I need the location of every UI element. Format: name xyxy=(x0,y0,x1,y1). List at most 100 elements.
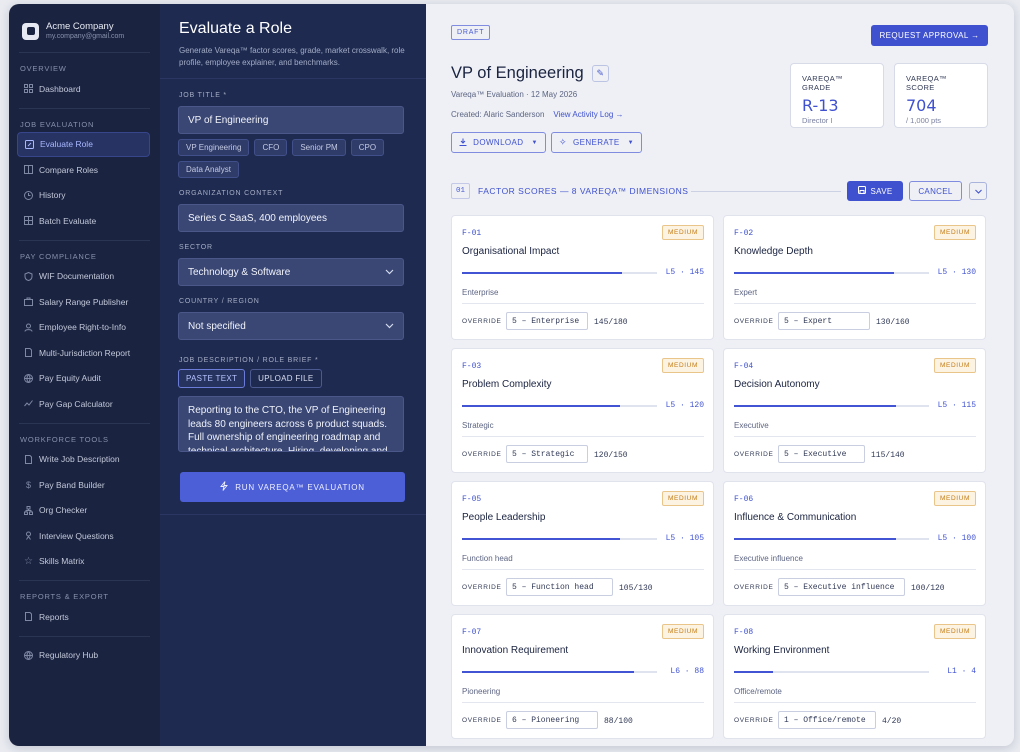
job-description-textarea[interactable]: Reporting to the CTO, the VP of Engineer… xyxy=(178,396,404,452)
sidebar-section-pay-compliance: PAY COMPLIANCE xyxy=(20,251,97,261)
sidebar-item-regulatory-hub[interactable]: Regulatory Hub xyxy=(17,643,150,669)
chevron-down-icon[interactable] xyxy=(969,182,987,200)
save-button[interactable]: SAVE xyxy=(847,181,903,201)
suggestion-chip[interactable]: CFO xyxy=(254,139,288,156)
sidebar-item-label: Salary Range Publisher xyxy=(39,296,129,307)
chevron-down-icon xyxy=(385,267,394,278)
run-evaluation-label: RUN VAREQA™ EVALUATION xyxy=(235,482,365,492)
sidebar-section-reports-export: REPORTS & EXPORT xyxy=(20,592,109,601)
document-icon xyxy=(23,347,34,358)
override-select[interactable]: 5 – Enterprise xyxy=(506,312,588,330)
cancel-button[interactable]: CANCEL xyxy=(909,181,962,201)
card-divider xyxy=(462,303,704,304)
card-divider xyxy=(734,569,976,570)
form-subtitle: Generate Vareqa™ factor scores, grade, m… xyxy=(179,46,405,67)
organization-context-input[interactable]: Series C SaaS, 400 employees xyxy=(178,204,404,232)
grade-card: VAREQA™ GRADE R-13 Director I xyxy=(790,63,884,128)
card-divider xyxy=(462,569,704,570)
sector-label: SECTOR xyxy=(179,244,213,251)
override-select[interactable]: 5 – Executive xyxy=(778,445,865,463)
factor-name: People Leadership xyxy=(462,512,546,523)
sidebar-item-dashboard[interactable]: Dashboard xyxy=(17,76,150,102)
globe-icon xyxy=(23,650,34,661)
suggestion-chip[interactable]: VP Engineering xyxy=(178,139,250,156)
run-evaluation-button[interactable]: RUN VAREQA™ EVALUATION xyxy=(180,472,405,502)
country-region-select[interactable]: Not specified xyxy=(178,312,404,340)
factor-id: F-06 xyxy=(734,495,754,504)
evaluation-form-panel: Evaluate a Role Generate Vareqa™ factor … xyxy=(160,4,426,746)
sidebar-item-wif-documentation[interactable]: WIF Documentation xyxy=(17,264,150,290)
override-select[interactable]: 5 – Strategic xyxy=(506,445,588,463)
sidebar-item-write-job-description[interactable]: Write Job Description xyxy=(17,447,150,473)
factor-score: 130/160 xyxy=(876,318,910,327)
grade-sub: Director I xyxy=(802,116,833,125)
score-card: VAREQA™ SCORE 704 / 1,000 pts xyxy=(894,63,988,128)
sidebar-item-reports[interactable]: Reports xyxy=(17,604,150,630)
shield-icon xyxy=(23,271,34,282)
company-logo-icon xyxy=(22,22,39,40)
pencil-icon[interactable]: ✎ xyxy=(591,65,609,82)
sidebar-item-compare-roles[interactable]: Compare Roles xyxy=(17,157,150,183)
view-activity-log-link[interactable]: View Activity Log → xyxy=(553,110,623,119)
factor-card: F-05 MEDIUM People Leadership L5 · 105 Funct… xyxy=(451,481,714,606)
request-approval-button[interactable]: REQUEST APPROVAL → xyxy=(871,25,988,46)
factor-level-fill xyxy=(462,538,620,540)
sidebar-item-skills-matrix[interactable]: ☆ Skills Matrix xyxy=(17,549,150,575)
chevron-down-icon xyxy=(385,321,394,332)
override-select[interactable]: 1 – Office/remote xyxy=(778,711,876,729)
override-select[interactable]: 5 – Expert xyxy=(778,312,870,330)
factor-level: L5 · 105 xyxy=(665,534,704,543)
override-select[interactable]: 6 – Pioneering xyxy=(506,711,598,729)
generate-label: GENERATE xyxy=(572,138,620,147)
sidebar-item-pay-equity-audit[interactable]: Pay Equity Audit xyxy=(17,366,150,392)
suggestion-chip[interactable]: Senior PM xyxy=(292,139,346,156)
sidebar-section-workforce-tools: WORKFORCE TOOLS xyxy=(20,434,109,444)
factor-level-bar xyxy=(734,671,929,673)
factor-level-fill xyxy=(462,405,620,407)
suggestion-chip[interactable]: Data Analyst xyxy=(178,161,239,178)
card-divider xyxy=(734,303,976,304)
section-number: 01 xyxy=(451,183,470,199)
factor-level-fill xyxy=(734,671,773,673)
sidebar-item-batch-evaluate[interactable]: Batch Evaluate xyxy=(17,208,150,234)
caret-down-icon: ▼ xyxy=(627,139,634,146)
sidebar-item-history[interactable]: History xyxy=(17,183,150,209)
sidebar-item-salary-range-publisher[interactable]: Salary Range Publisher xyxy=(17,289,150,315)
sidebar-item-label: Org Checker xyxy=(39,505,88,516)
factor-score: 88/100 xyxy=(604,717,633,726)
job-title-suggestions: VP Engineering CFO Senior PM CPO Data An… xyxy=(178,139,408,178)
upload-file-tab[interactable]: UPLOAD FILE xyxy=(250,369,322,388)
grid-icon xyxy=(23,83,34,94)
factor-score: 115/140 xyxy=(871,451,905,460)
sidebar-item-pay-gap-calculator[interactable]: Pay Gap Calculator xyxy=(17,391,150,417)
override-select[interactable]: 5 – Function head xyxy=(506,578,613,596)
generate-button[interactable]: ✧ GENERATE ▼ xyxy=(551,132,642,153)
sidebar-item-label: Multi-Jurisdiction Report xyxy=(39,347,131,358)
sidebar-item-pay-band-builder[interactable]: $ Pay Band Builder xyxy=(17,472,150,498)
suggestion-chip[interactable]: CPO xyxy=(350,139,385,156)
form-header: Evaluate a Role Generate Vareqa™ factor … xyxy=(160,4,426,79)
sector-select[interactable]: Technology & Software xyxy=(178,258,404,286)
sidebar-item-multi-jurisdiction-report[interactable]: Multi-Jurisdiction Report xyxy=(17,340,150,366)
company-switcher[interactable]: Acme Company my.company@gmail.com xyxy=(9,4,160,46)
factor-level-bar xyxy=(734,272,929,274)
sidebar-item-interview-questions[interactable]: Interview Questions xyxy=(17,523,150,549)
factor-level-bar xyxy=(734,405,929,407)
sidebar-item-employee-right-to-info[interactable]: Employee Right-to-Info xyxy=(17,315,150,341)
globe-icon xyxy=(23,373,34,384)
priority-badge: MEDIUM xyxy=(934,225,976,240)
override-select[interactable]: 5 – Executive influence xyxy=(778,578,905,596)
factor-level-bar xyxy=(462,538,657,540)
job-title-input[interactable]: VP of Engineering xyxy=(178,106,404,134)
sidebar-item-label: Employee Right-to-Info xyxy=(39,322,126,333)
clock-icon xyxy=(23,190,34,201)
sidebar-item-org-checker[interactable]: Org Checker xyxy=(17,498,150,524)
override-label: OVERRIDE xyxy=(734,584,774,591)
factor-level-fill xyxy=(462,272,622,274)
sidebar-item-label: Regulatory Hub xyxy=(39,650,99,661)
sidebar-item-evaluate-role[interactable]: Evaluate Role xyxy=(17,131,150,157)
download-button[interactable]: DOWNLOAD ▼ xyxy=(451,132,546,153)
lightning-icon xyxy=(220,481,229,493)
priority-badge: MEDIUM xyxy=(934,624,976,639)
paste-text-tab[interactable]: PASTE TEXT xyxy=(178,369,246,388)
